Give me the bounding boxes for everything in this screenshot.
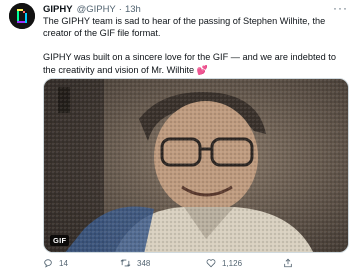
reply-icon <box>44 259 52 268</box>
heart-icon <box>206 259 216 268</box>
share-button[interactable] <box>283 258 299 268</box>
tweet-paragraph-1: The GIPHY team is sad to hear of the pas… <box>43 16 326 39</box>
tweet-media-gif[interactable]: GIF <box>43 78 349 253</box>
tweet-actions: 14 348 1,126 <box>43 258 348 270</box>
tweet-header: GIPHY @GIPHY · 13h <box>43 2 141 16</box>
retweet-count: 348 <box>137 258 151 268</box>
tweet-text: The GIPHY team is sad to hear of the pas… <box>43 15 348 76</box>
giphy-logo-icon <box>9 3 35 29</box>
two-hearts-emoji: 💕 <box>196 64 208 75</box>
gif-badge: GIF <box>50 235 70 246</box>
tweet-timestamp[interactable]: 13h <box>125 4 141 15</box>
separator-dot: · <box>118 3 122 15</box>
reply-button[interactable]: 14 <box>43 258 68 268</box>
tweet[interactable]: GIPHY @GIPHY · 13h ··· The GIPHY team is… <box>0 0 360 270</box>
mosaic-portrait-image <box>44 79 348 252</box>
retweet-button[interactable]: 348 <box>120 258 150 268</box>
author-handle[interactable]: @GIPHY <box>77 4 116 15</box>
like-button[interactable]: 1,126 <box>206 258 242 268</box>
reply-count: 14 <box>59 258 68 268</box>
share-icon <box>284 258 292 268</box>
more-options-icon[interactable]: ··· <box>333 2 348 14</box>
giphy-avatar[interactable] <box>9 3 35 29</box>
retweet-icon <box>120 259 131 267</box>
author-name[interactable]: GIPHY <box>43 4 73 15</box>
like-count: 1,126 <box>222 258 243 268</box>
tweet-paragraph-2-text: GIPHY was built on a sincere love for th… <box>43 52 336 75</box>
tweet-paragraph-2: GIPHY was built on a sincere love for th… <box>43 51 348 75</box>
